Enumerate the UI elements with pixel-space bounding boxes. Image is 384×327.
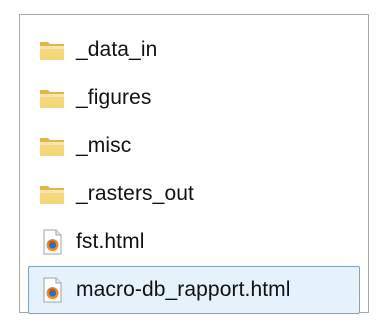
file-item-rasters-out[interactable]: _rasters_out xyxy=(28,170,360,218)
folder-icon xyxy=(37,83,67,113)
file-item-figures[interactable]: _figures xyxy=(28,74,360,122)
file-explorer-pane: _data_in _figures _misc _rasters_out fst… xyxy=(19,14,369,314)
file-item-data-in[interactable]: _data_in xyxy=(28,26,360,74)
file-item-fst-html[interactable]: fst.html xyxy=(28,218,360,266)
firefox-html-file-icon xyxy=(37,227,67,257)
file-name: _figures xyxy=(76,86,152,109)
folder-icon xyxy=(37,179,67,209)
file-name: _data_in xyxy=(76,38,158,61)
file-item-macro-db-rapport-html[interactable]: macro-db_rapport.html xyxy=(28,266,360,314)
file-name: macro-db_rapport.html xyxy=(76,278,291,301)
firefox-html-file-icon xyxy=(37,275,67,305)
file-name: fst.html xyxy=(76,230,145,253)
file-name: _misc xyxy=(76,134,132,157)
file-name: _rasters_out xyxy=(76,182,194,205)
folder-icon xyxy=(37,131,67,161)
file-list: _data_in _figures _misc _rasters_out fst… xyxy=(20,26,368,314)
file-item-misc[interactable]: _misc xyxy=(28,122,360,170)
folder-icon xyxy=(37,35,67,65)
